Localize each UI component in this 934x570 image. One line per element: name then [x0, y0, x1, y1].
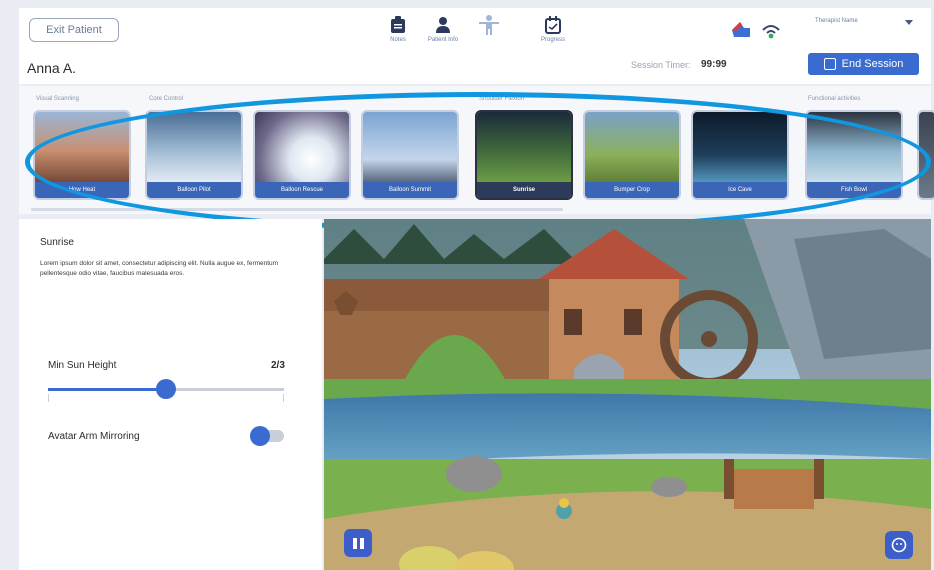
nav-patient-info-label: Patient Info: [427, 37, 459, 43]
camera-view-button[interactable]: [885, 531, 913, 559]
end-session-button[interactable]: End Session: [808, 53, 919, 75]
activity-title: Sunrise: [40, 237, 74, 248]
avatar-icon: [478, 14, 500, 36]
face-icon: [891, 537, 907, 553]
wifi-icon: [760, 20, 782, 45]
activity-card-label: Sunrise: [477, 182, 571, 198]
activity-card-sunrise[interactable]: Sunrise: [475, 110, 573, 200]
activity-card-balloon-summit[interactable]: Balloon Summit: [361, 110, 459, 200]
activity-card-label: Bumper Crop: [585, 182, 679, 198]
nav-avatar[interactable]: [464, 14, 514, 37]
activity-card-ice-cave[interactable]: Ice Cave: [691, 110, 789, 200]
avatar-arm-mirroring-toggle[interactable]: [250, 426, 284, 446]
toggle-knob: [250, 426, 270, 446]
nav-notes[interactable]: Notes: [373, 14, 423, 43]
end-session-label: End Session: [841, 58, 904, 70]
activity-card-label: How Heat: [35, 182, 129, 198]
patient-name: Anna A.: [27, 60, 77, 76]
slider-handle[interactable]: [156, 379, 176, 399]
nav-patient-info[interactable]: Patient Info: [418, 14, 468, 43]
activity-card-balloon-pilot[interactable]: Balloon Pilot: [145, 110, 243, 200]
category-shoulder-flexion: Shoulder Flexion: [479, 96, 525, 102]
game-scene[interactable]: [324, 219, 931, 570]
min-sun-height-label: Min Sun Height: [48, 360, 117, 371]
exit-patient-button[interactable]: Exit Patient: [29, 18, 119, 42]
slider-fill: [48, 388, 166, 391]
min-sun-height-slider[interactable]: [48, 379, 284, 399]
activity-card-label: Ice Cave: [693, 182, 787, 198]
session-timer-value: 99:99: [701, 59, 727, 70]
nav-progress-label: Progress: [540, 37, 565, 43]
category-visual-scanning: Visual Scanning: [36, 96, 79, 102]
calendar-check-icon: [823, 58, 836, 70]
activity-card-how-heat[interactable]: How Heat: [33, 110, 131, 200]
slider-tick: [48, 394, 49, 402]
avatar-arm-mirroring-label: Avatar Arm Mirroring: [48, 431, 140, 442]
therapist-name[interactable]: Therapist Name: [815, 18, 858, 24]
activity-card-label: Balloon Summit: [363, 182, 457, 198]
activity-card-balloon-rescue[interactable]: Balloon Rescue: [253, 110, 351, 200]
activity-card-label: Balloon Pilot: [147, 182, 241, 198]
headset-icon: [730, 20, 752, 45]
slider-tick: [283, 394, 284, 402]
progress-icon: [545, 14, 561, 36]
category-core-control: Core Control: [149, 96, 184, 102]
activity-description: Lorem ipsum dolor sit amet, consectetur …: [40, 260, 279, 277]
patient-info-icon: [435, 14, 451, 36]
settings-panel: Sunrise Lorem ipsum dolor sit amet, cons…: [19, 219, 322, 570]
pause-button[interactable]: [344, 529, 372, 557]
scene-illustration: [324, 219, 931, 570]
notes-icon: [390, 14, 406, 36]
nav-progress[interactable]: Progress: [528, 14, 578, 43]
activity-card-label: Balloon Rescue: [255, 182, 349, 198]
activity-card-label: Fish Bowl: [807, 182, 901, 198]
min-sun-height-value: 2/3: [271, 360, 285, 371]
chevron-down-icon[interactable]: [905, 20, 913, 25]
session-timer-label: Session Timer:: [631, 60, 691, 70]
strip-scrollbar[interactable]: [31, 208, 563, 211]
nav-notes-label: Notes: [390, 37, 406, 43]
category-functional-activities: Functional activities: [808, 96, 861, 102]
activity-strip: Visual Scanning Core Control Shoulder Fl…: [19, 86, 934, 214]
activity-card-fish-bowl[interactable]: Fish Bowl: [805, 110, 903, 200]
top-bar: Exit Patient Anna A. Notes Patient Info …: [19, 8, 931, 84]
activity-card-bumper-crop[interactable]: Bumper Crop: [583, 110, 681, 200]
activity-card-partial[interactable]: [917, 110, 934, 200]
